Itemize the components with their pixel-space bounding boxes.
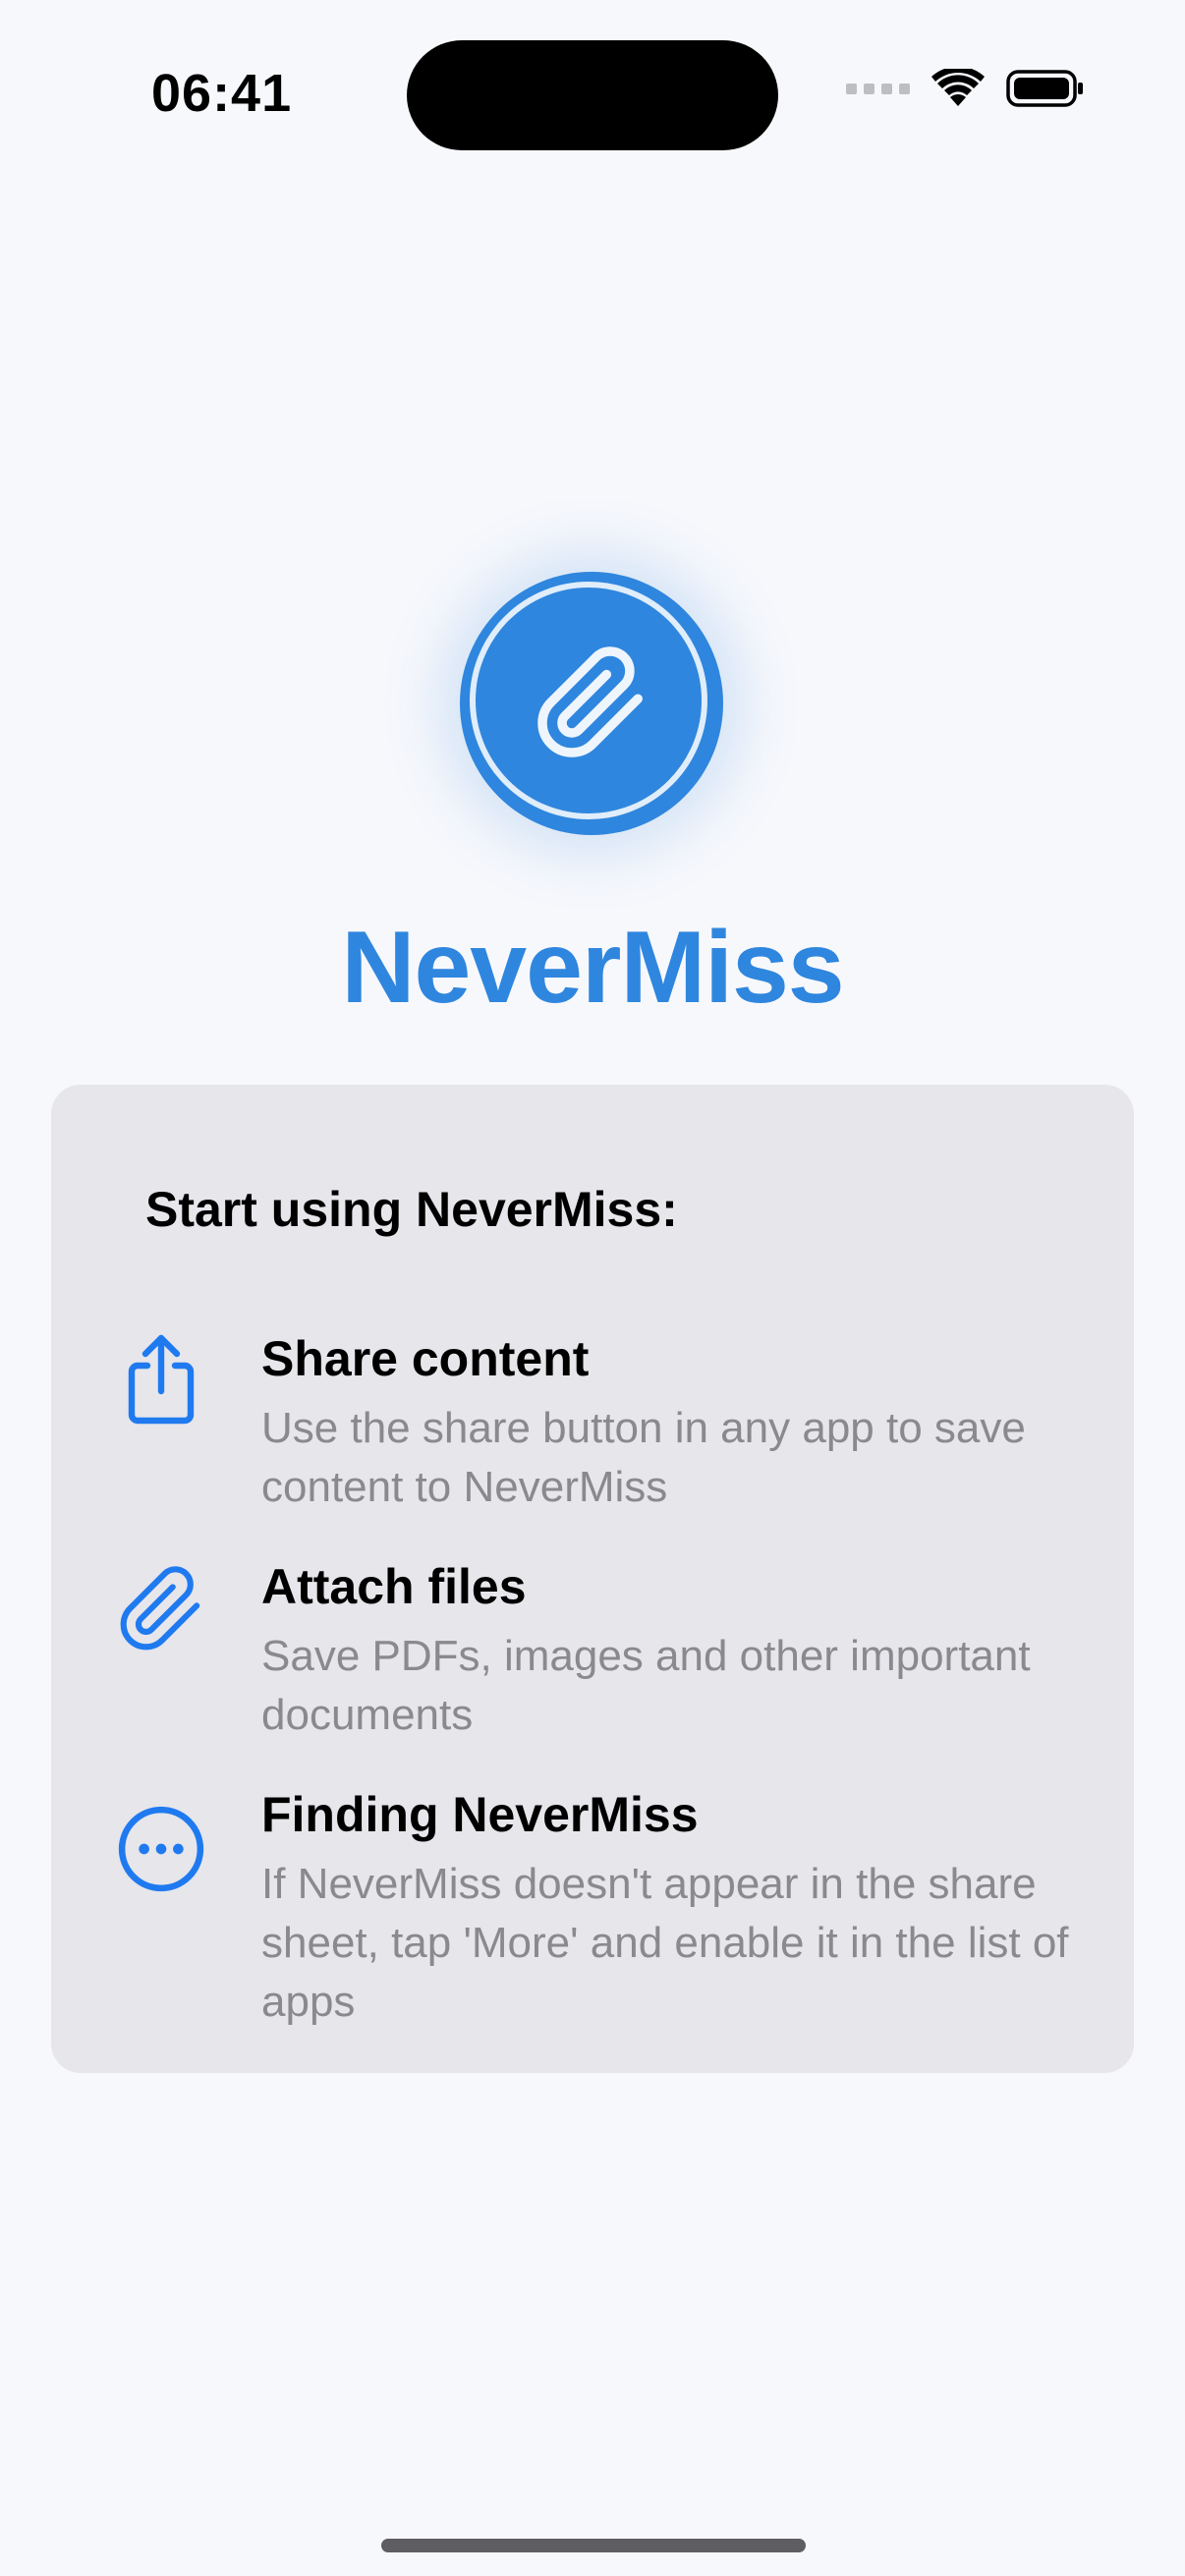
status-time: 06:41 <box>151 64 293 123</box>
item-description: Use the share button in any app to save … <box>261 1404 1026 1511</box>
more-icon <box>114 1800 208 1898</box>
home-indicator[interactable] <box>381 2539 806 2552</box>
paperclip-icon <box>114 1560 208 1658</box>
paperclip-icon <box>537 646 643 757</box>
item-title: Share content <box>261 1331 590 1386</box>
wifi-icon <box>931 69 985 106</box>
item-description: Save PDFs, images and other important do… <box>261 1632 1031 1739</box>
item-title: Finding NeverMiss <box>261 1787 699 1842</box>
item-title: Attach files <box>261 1559 527 1614</box>
onboarding-screen: 06:41 NeverMiss Start using NeverMiss: S… <box>0 0 1185 2576</box>
dynamic-island <box>407 40 778 150</box>
item-description: If NeverMiss doesn't appear in the share… <box>261 1860 1069 2026</box>
battery-icon <box>1006 70 1083 107</box>
app-logo <box>460 572 723 835</box>
app-title: NeverMiss <box>341 911 844 1025</box>
status-icons <box>846 69 1085 108</box>
getting-started-card: Start using NeverMiss: Share content Use… <box>51 1085 1134 2073</box>
card-heading: Start using NeverMiss: <box>145 1182 678 1237</box>
share-icon <box>114 1330 208 1428</box>
cellular-signal-icon <box>846 83 910 94</box>
